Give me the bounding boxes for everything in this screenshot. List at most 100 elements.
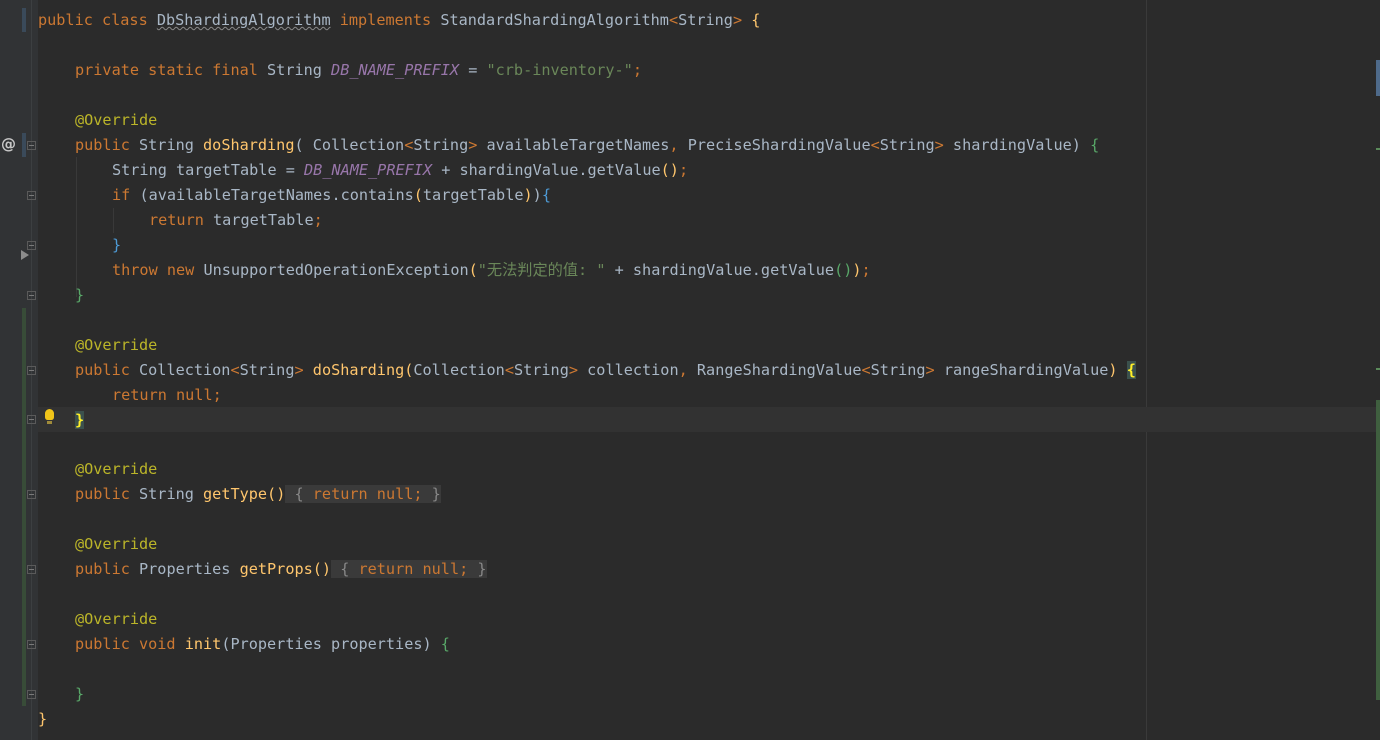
code-line[interactable]: @Override (38, 333, 157, 358)
method-name: doSharding (312, 361, 405, 379)
constant: DB_NAME_PREFIX (331, 61, 460, 79)
string-literal: "crb-inventory-" (486, 61, 633, 79)
annotation: @Override (75, 535, 158, 553)
param: shardingValue (943, 136, 1072, 154)
type-name: StandardShardingAlgorithm (440, 11, 669, 29)
code-editor[interactable]: @ public class DbShardingAlgorithm imple… (0, 0, 1380, 740)
brace: } (112, 236, 122, 254)
vcs-change-marker[interactable] (22, 8, 26, 32)
semicolon: ; (413, 485, 423, 503)
brace: } (75, 685, 85, 703)
paren: ) (523, 186, 533, 204)
keyword: public (75, 560, 140, 578)
fold-icon[interactable] (27, 640, 36, 649)
keyword: null (176, 386, 213, 404)
code-line-current[interactable]: } (38, 408, 85, 433)
code-line[interactable]: private static final String DB_NAME_PREF… (38, 58, 642, 83)
keyword: null (422, 560, 460, 578)
type-name: String (267, 61, 332, 79)
folded-region[interactable]: { return null; } (331, 560, 487, 578)
brace: { (742, 11, 761, 29)
fold-icon[interactable] (27, 191, 36, 200)
type-name: Properties (139, 560, 240, 578)
right-margin-guide (1146, 0, 1147, 740)
override-marker-icon[interactable]: @ (1, 135, 16, 153)
code-text: targetTable (422, 186, 524, 204)
code-line[interactable]: @Override (38, 532, 157, 557)
generic-bracket: > (732, 11, 743, 29)
paren: () (267, 485, 286, 503)
paren: ( (468, 261, 478, 279)
type-name: String (413, 136, 469, 154)
code-line[interactable]: String targetTable = DB_NAME_PREFIX + sh… (38, 158, 688, 183)
type-name: String (139, 136, 204, 154)
comma: , (669, 136, 688, 154)
code-line[interactable]: } (38, 707, 47, 732)
code-line[interactable]: public class DbShardingAlgorithm impleme… (38, 8, 760, 33)
scrollbar-mark[interactable] (1376, 60, 1380, 96)
brace: { (440, 635, 450, 653)
semicolon: ; (632, 61, 642, 79)
code-line[interactable]: @Override (38, 607, 157, 632)
param: availableTargetNames (477, 136, 670, 154)
code-line[interactable]: throw new UnsupportedOperationException(… (38, 258, 871, 283)
annotation: @Override (75, 336, 158, 354)
paren: ( (413, 186, 423, 204)
type-name: String (513, 361, 569, 379)
paren: () (312, 560, 332, 578)
fold-icon[interactable] (27, 141, 36, 150)
scrollbar-mark[interactable] (1376, 400, 1380, 700)
scrollbar-mark[interactable] (1376, 368, 1380, 370)
fold-icon[interactable] (27, 241, 36, 250)
run-arrow-icon[interactable] (21, 250, 29, 260)
folded-region[interactable]: { return null; } (285, 485, 441, 503)
keyword: if (112, 186, 140, 204)
class-name[interactable]: DbShardingAlgorithm (157, 11, 331, 29)
code-line[interactable]: return null; (38, 383, 222, 408)
fold-icon[interactable] (27, 690, 36, 699)
expand-icon[interactable] (27, 490, 36, 499)
type-name: UnsupportedOperationException (203, 261, 469, 279)
code-line[interactable]: } (38, 233, 121, 258)
fold-icon[interactable] (27, 366, 36, 375)
keyword: private static final (75, 61, 268, 79)
code-line[interactable]: return targetTable; (38, 208, 323, 233)
scrollbar-mark[interactable] (1376, 148, 1380, 150)
paren: () (660, 161, 679, 179)
paren: () (834, 261, 853, 279)
code-line[interactable]: @Override (38, 457, 157, 482)
keyword: return (312, 485, 377, 503)
type-name: RangeShardingValue (696, 361, 862, 379)
code-line[interactable]: } (38, 283, 84, 308)
code-line[interactable]: } (38, 682, 84, 707)
param: rangeShardingValue (934, 361, 1109, 379)
generic-bracket: < (230, 361, 240, 379)
code-line[interactable]: public String doSharding( Collection<Str… (38, 133, 1099, 158)
keyword: return (358, 560, 423, 578)
brace: { (331, 560, 359, 578)
code-text: targetTable (213, 211, 314, 229)
brace: { (1090, 136, 1100, 154)
keyword: public (75, 485, 140, 503)
type-name: String (239, 361, 295, 379)
code-text: ( Collection (294, 136, 405, 154)
code-line[interactable]: if (availableTargetNames.contains(target… (38, 183, 551, 208)
fold-icon[interactable] (27, 415, 36, 424)
keyword: public class (38, 11, 157, 29)
fold-icon[interactable] (27, 291, 36, 300)
vcs-change-marker[interactable] (22, 133, 26, 157)
semicolon: ; (212, 386, 222, 404)
code-line[interactable]: public Collection<String> doSharding(Col… (38, 358, 1136, 383)
paren: ) (1071, 136, 1091, 154)
code-line[interactable]: @Override (38, 108, 157, 133)
annotation: @Override (75, 111, 158, 129)
code-line[interactable]: public String getType() { return null; } (38, 482, 441, 507)
semicolon: ; (459, 560, 469, 578)
vcs-added-marker[interactable] (22, 308, 26, 706)
semicolon: ; (861, 261, 871, 279)
code-line[interactable]: public Properties getProps() { return nu… (38, 557, 487, 582)
type-name: String (870, 361, 926, 379)
expand-icon[interactable] (27, 565, 36, 574)
type-name: Collection (413, 361, 505, 379)
code-line[interactable]: public void init(Properties properties) … (38, 632, 450, 657)
